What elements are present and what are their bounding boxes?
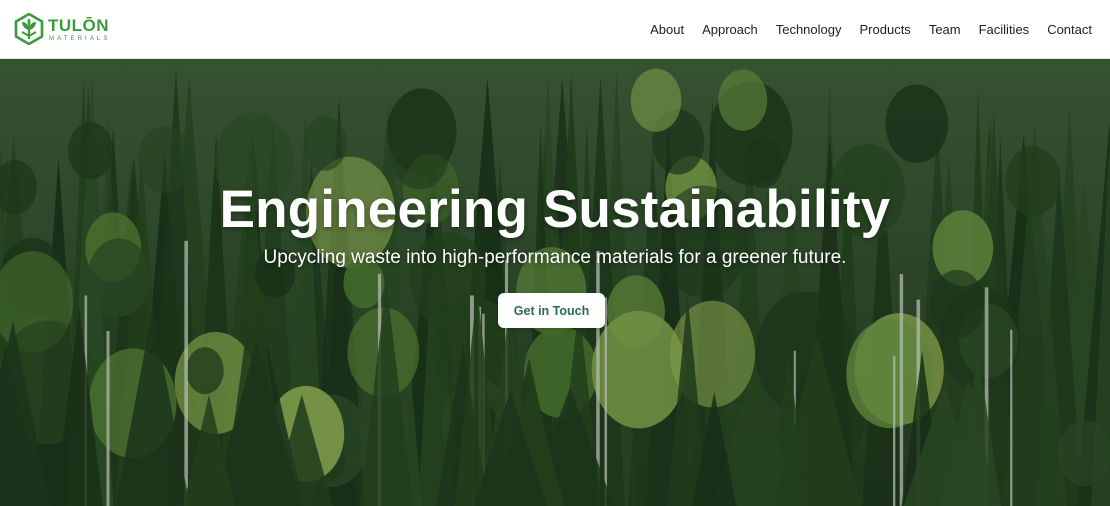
nav-item-technology[interactable]: Technology (776, 22, 842, 37)
site-header: TULŌN MATERIALS About Approach Technolog… (0, 0, 1110, 59)
hero-section: Engineering Sustainability Upcycling was… (0, 59, 1110, 506)
nav-item-about[interactable]: About (650, 22, 684, 37)
nav-item-approach[interactable]: Approach (702, 22, 758, 37)
main-nav: About Approach Technology Products Team … (632, 22, 1092, 37)
nav-item-team[interactable]: Team (929, 22, 961, 37)
brand-tagline: MATERIALS (49, 35, 111, 42)
hexagon-leaf-icon (14, 13, 44, 45)
brand-logo[interactable]: TULŌN MATERIALS (14, 13, 110, 45)
get-in-touch-button[interactable]: Get in Touch (498, 293, 605, 328)
nav-item-contact[interactable]: Contact (1047, 22, 1092, 37)
hero-content: Engineering Sustainability Upcycling was… (0, 59, 1110, 506)
nav-item-products[interactable]: Products (860, 22, 911, 37)
hero-title: Engineering Sustainability (219, 180, 891, 239)
nav-item-facilities[interactable]: Facilities (979, 22, 1030, 37)
hero-subtitle: Upcycling waste into high-performance ma… (263, 247, 847, 268)
brand-name: TULŌN (48, 15, 110, 35)
